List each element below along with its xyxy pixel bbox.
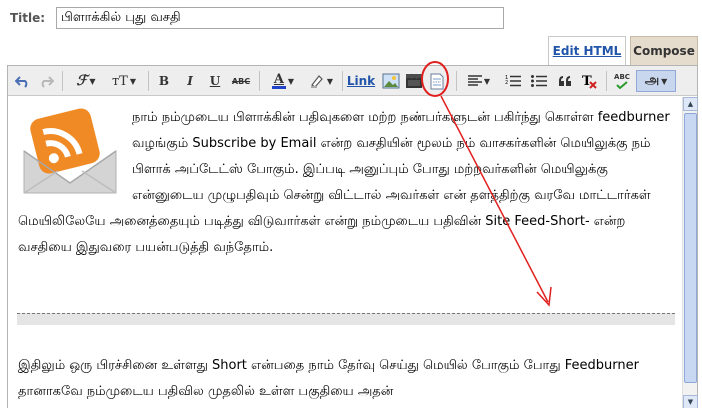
paragraph-2: இதிலும் ஒரு பிரச்சினை உள்ளது Short என்பத… (18, 358, 639, 399)
post-editor: ℱ ▼ тT ▼ B I U ABC A ▼ ▼ Link ▼ 1 2 T AB… (7, 65, 698, 408)
title-input[interactable]: பிளாக்கில் புது வசதி (56, 7, 504, 29)
font-size-glyph: тT (111, 73, 128, 89)
undo-icon[interactable] (13, 70, 33, 92)
title-label: Title: (10, 11, 46, 25)
scroll-up-icon[interactable]: ▲ (683, 97, 698, 111)
transliterate-icon[interactable]: அ ▼ (636, 70, 676, 92)
toolbar-separator (342, 71, 343, 91)
video-icon[interactable] (403, 70, 425, 92)
italic-icon[interactable]: I (180, 70, 200, 92)
scroll-thumb[interactable] (684, 113, 697, 383)
font-glyph: ℱ (76, 73, 88, 89)
text-color-icon[interactable]: A ▼ (266, 70, 300, 92)
paragraph-1: நாம் நம்முடைய பிளாக்கின் பதிவுகளை மற்ற ந… (18, 105, 678, 261)
editor-scrollbar[interactable]: ▲ ▼ (682, 97, 698, 408)
quote-icon[interactable] (554, 70, 576, 92)
font-icon[interactable]: ℱ ▼ (70, 70, 102, 92)
scroll-down-icon[interactable]: ▼ (683, 395, 698, 408)
toolbar-separator (456, 71, 457, 91)
rss-envelope-icon (23, 108, 117, 194)
bold-icon[interactable]: B (154, 70, 174, 92)
image-icon[interactable] (380, 70, 402, 92)
jump-break-line (17, 313, 675, 325)
title-row: Title: பிளாக்கில் புது வசதி (0, 0, 702, 36)
highlight-icon[interactable]: ▼ (304, 70, 338, 92)
text-color-glyph: A (273, 71, 284, 87)
svg-text:2: 2 (505, 80, 508, 86)
text-color-bar (271, 85, 286, 89)
font-size-icon[interactable]: тT ▼ (106, 70, 142, 92)
link-icon[interactable]: Link (346, 70, 376, 92)
align-icon[interactable]: ▼ (462, 70, 496, 92)
remove-format-icon[interactable]: T (578, 70, 600, 92)
strikethrough-icon[interactable]: ABC (229, 70, 253, 92)
tab-edit-html[interactable]: Edit HTML (548, 36, 626, 65)
tab-compose[interactable]: Compose (630, 36, 698, 65)
underline-icon[interactable]: U (205, 70, 225, 92)
bullet-list-icon[interactable] (528, 70, 550, 92)
redo-icon[interactable] (36, 70, 56, 92)
transliterate-glyph: அ (644, 73, 660, 88)
toolbar-separator (259, 71, 260, 91)
toolbar-separator (148, 71, 149, 91)
jump-break-icon[interactable] (426, 70, 448, 92)
numbered-list-icon[interactable]: 12 (502, 70, 524, 92)
editor-content[interactable]: நாம் நம்முடைய பிளாக்கின் பதிவுகளை மற்ற ந… (9, 97, 681, 408)
toolbar-separator (606, 71, 607, 91)
editor-toolbar: ℱ ▼ тT ▼ B I U ABC A ▼ ▼ Link ▼ 1 2 T AB… (8, 66, 697, 96)
toolbar-separator (62, 71, 63, 91)
spellcheck-label: ABC (614, 73, 630, 81)
spellcheck-icon[interactable]: ABC (611, 70, 633, 92)
